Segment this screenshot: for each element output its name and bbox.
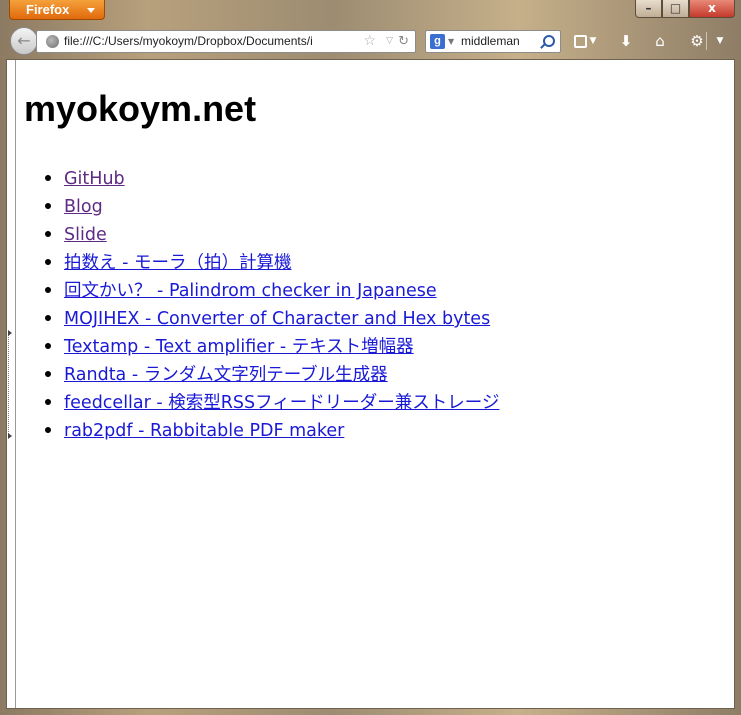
link-mojihex[interactable]: MOJIHEX - Converter of Character and Hex… (64, 309, 490, 329)
star-icon[interactable]: ☆ (363, 31, 376, 52)
list-item: Slide (64, 220, 499, 248)
link-kaibun[interactable]: 回文かい？ - Palindrom checker in Japanese (64, 281, 437, 301)
addon-icon[interactable]: ⚙ (685, 30, 709, 52)
list-item: Randta - ランダム文字列テーブル生成器 (64, 360, 499, 388)
reload-icon[interactable]: ↻ (398, 31, 409, 52)
document: myokoym.net GitHub Blog Slide 拍数え - モーラ（… (17, 60, 734, 708)
list-item: GitHub (64, 164, 499, 192)
link-slide[interactable]: Slide (64, 225, 107, 245)
magnifier-icon[interactable] (543, 35, 555, 47)
link-github[interactable]: GitHub (64, 169, 125, 189)
search-engine-icon[interactable]: g (430, 34, 445, 49)
list-item: rab2pdf - Rabbitable PDF maker (64, 416, 499, 444)
home-icon[interactable]: ⌂ (648, 30, 672, 52)
maximize-icon: □ (669, 1, 682, 15)
splitter-grip[interactable] (8, 332, 13, 438)
minimize-icon: – (645, 1, 652, 15)
window-controls: – □ x (635, 0, 735, 19)
firefox-menu-label: Firefox (26, 2, 70, 17)
toolbar-menu-dropdown-icon[interactable]: ▼ (714, 30, 726, 52)
list-item: MOJIHEX - Converter of Character and Hex… (64, 304, 499, 332)
chevron-down-icon (87, 8, 95, 13)
splitter-arrow-icon[interactable] (8, 433, 12, 439)
bookmarks-dropdown-icon[interactable]: ▼ (588, 30, 598, 52)
sidebar-splitter[interactable] (7, 60, 16, 708)
link-hakukazoe[interactable]: 拍数え - モーラ（拍）計算機 (64, 253, 291, 273)
back-button[interactable]: ← (10, 27, 38, 55)
address-bar[interactable]: file:///C:/Users/myokoym/Dropbox/Documen… (36, 30, 416, 53)
link-randta[interactable]: Randta - ランダム文字列テーブル生成器 (64, 365, 388, 385)
close-button[interactable]: x (689, 0, 735, 18)
maximize-button[interactable]: □ (662, 0, 689, 18)
list-item: 回文かい？ - Palindrom checker in Japanese (64, 276, 499, 304)
search-input[interactable]: middleman (461, 31, 520, 52)
link-textamp[interactable]: Textamp - Text amplifier - テキスト増幅器 (64, 337, 414, 357)
navigation-toolbar: ← file:///C:/Users/myokoym/Dropbox/Docum… (6, 25, 738, 57)
link-feedcellar[interactable]: feedcellar - 検索型RSSフィードリーダー兼ストレージ (64, 393, 499, 413)
page-viewport: myokoym.net GitHub Blog Slide 拍数え - モーラ（… (6, 59, 735, 709)
search-bar[interactable]: g ▼ middleman (425, 30, 561, 53)
browser-window: Firefox – □ x ← file:///C:/Users/myokoym… (0, 0, 741, 715)
engine-dropdown-icon[interactable]: ▼ (448, 31, 454, 52)
link-list: GitHub Blog Slide 拍数え - モーラ（拍）計算機 回文かい？ … (17, 164, 499, 444)
firefox-menu-button[interactable]: Firefox (9, 0, 105, 20)
history-dropdown-icon[interactable]: ▽ (386, 31, 393, 52)
close-icon: x (708, 1, 716, 15)
globe-icon (46, 35, 59, 48)
list-item: feedcellar - 検索型RSSフィードリーダー兼ストレージ (64, 388, 499, 416)
minimize-button[interactable]: – (635, 0, 662, 18)
list-item: 拍数え - モーラ（拍）計算機 (64, 248, 499, 276)
list-item: Textamp - Text amplifier - テキスト増幅器 (64, 332, 499, 360)
list-item: Blog (64, 192, 499, 220)
download-arrow-icon[interactable]: ⬇ (614, 30, 638, 52)
page-title: myokoym.net (24, 88, 257, 129)
link-rab2pdf[interactable]: rab2pdf - Rabbitable PDF maker (64, 421, 344, 441)
address-input[interactable]: file:///C:/Users/myokoym/Dropbox/Documen… (64, 31, 356, 52)
splitter-arrow-icon[interactable] (8, 330, 12, 336)
back-arrow-icon: ← (17, 31, 31, 50)
link-blog[interactable]: Blog (64, 197, 103, 217)
